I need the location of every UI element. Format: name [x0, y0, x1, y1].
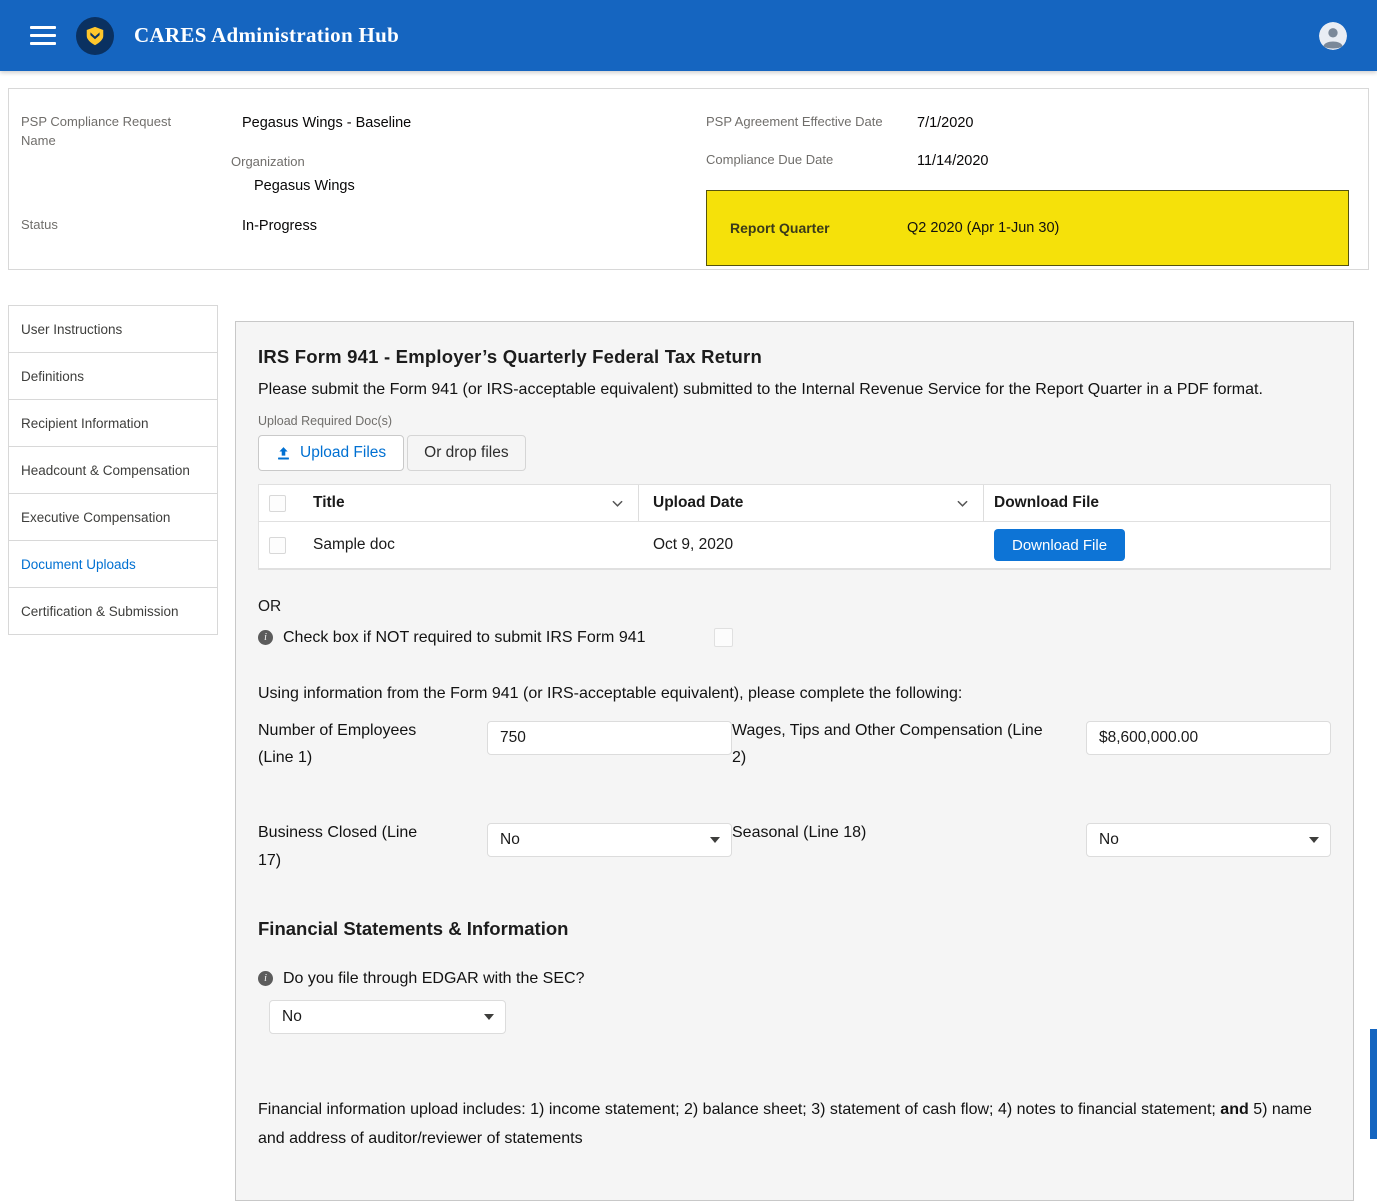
table-row: Sample doc Oct 9, 2020 Download File [259, 522, 1330, 569]
irs-section-description: Please submit the Form 941 (or IRS-accep… [258, 376, 1331, 404]
app-title: CARES Administration Hub [134, 23, 399, 48]
not-required-checkbox[interactable] [714, 628, 733, 647]
edgar-question-label: Do you file through EDGAR with the SEC? [283, 970, 584, 988]
column-header-label: Upload Date [653, 494, 743, 512]
edgar-select[interactable]: No [269, 1000, 506, 1034]
effective-date-value: 7/1/2020 [917, 113, 973, 133]
financial-upload-note: Financial information upload includes: 1… [258, 1096, 1318, 1154]
summary-left-column: PSP Compliance Request Name Pegasus Wing… [9, 89, 706, 269]
scrollbar-thumb[interactable] [1370, 1029, 1377, 1139]
column-header-title[interactable]: Title [299, 485, 639, 521]
user-avatar-icon[interactable] [1319, 22, 1347, 50]
table-header-row: Title Upload Date Download File [259, 485, 1330, 522]
select-all-checkbox[interactable] [269, 495, 286, 512]
sidebar-item-executive-compensation[interactable]: Executive Compensation [8, 493, 218, 541]
menu-hamburger-icon[interactable] [30, 26, 56, 45]
field-label: Organization [231, 153, 706, 172]
row-checkbox[interactable] [269, 537, 286, 554]
note-prefix: Financial information upload includes: 1… [258, 1101, 1220, 1118]
sidebar-item-user-instructions[interactable]: User Instructions [8, 305, 218, 353]
seasonal-label: Seasonal (Line 18) [732, 819, 1086, 846]
column-header-label: Title [313, 494, 345, 512]
complete-following-text: Using information from the Form 941 (or … [258, 685, 1331, 703]
organization-field: Organization Pegasus Wings [231, 153, 706, 196]
wages-tips-label: Wages, Tips and Other Compensation (Line… [732, 717, 1086, 771]
wages-tips-input[interactable] [1086, 721, 1331, 755]
report-quarter-highlight: Report Quarter Q2 2020 (Apr 1-Jun 30) [706, 190, 1349, 266]
not-required-label: Check box if NOT required to submit IRS … [283, 629, 646, 647]
sidebar-item-definitions[interactable]: Definitions [8, 352, 218, 400]
psp-request-name-value: Pegasus Wings - Baseline [242, 113, 411, 151]
download-file-button[interactable]: Download File [994, 529, 1125, 561]
column-header-upload-date[interactable]: Upload Date [639, 485, 984, 521]
sidebar-item-label: Headcount & Compensation [21, 463, 190, 478]
drop-files-zone[interactable]: Or drop files [407, 435, 525, 471]
sidebar-item-label: User Instructions [21, 322, 122, 337]
status-value: In-Progress [242, 216, 317, 236]
document-upload-date: Oct 9, 2020 [653, 536, 733, 554]
column-header-label: Download File [994, 494, 1099, 512]
selected-value: No [1099, 831, 1119, 849]
number-of-employees-input[interactable] [487, 721, 732, 755]
chevron-down-icon[interactable] [956, 497, 969, 510]
info-circle-icon[interactable]: i [258, 630, 273, 645]
field-label: PSP Compliance Request Name [21, 113, 242, 151]
report-quarter-label: Report Quarter [707, 220, 907, 236]
sidebar-item-label: Document Uploads [21, 557, 136, 572]
document-uploads-panel: IRS Form 941 - Employer’s Quarterly Fede… [235, 321, 1354, 1201]
sidebar-item-document-uploads[interactable]: Document Uploads [8, 540, 218, 588]
sidebar-item-recipient-information[interactable]: Recipient Information [8, 399, 218, 447]
chevron-down-icon[interactable] [611, 497, 624, 510]
seasonal-select[interactable]: No [1086, 823, 1331, 857]
compliance-summary-card: PSP Compliance Request Name Pegasus Wing… [8, 88, 1369, 270]
organization-value: Pegasus Wings [231, 176, 706, 196]
selected-value: No [500, 831, 520, 849]
sidebar-item-headcount-compensation[interactable]: Headcount & Compensation [8, 446, 218, 494]
sidebar-item-label: Recipient Information [21, 416, 149, 431]
upload-files-button[interactable]: Upload Files [258, 435, 404, 471]
caret-down-icon [710, 837, 720, 843]
summary-right-column: PSP Agreement Effective Date 7/1/2020 Co… [706, 89, 1368, 269]
field-label: PSP Agreement Effective Date [706, 113, 917, 133]
upload-arrow-icon [276, 446, 291, 461]
report-quarter-value: Q2 2020 (Apr 1-Jun 30) [907, 220, 1059, 236]
section-sidebar: User Instructions Definitions Recipient … [8, 305, 218, 635]
sidebar-item-label: Executive Compensation [21, 510, 170, 525]
financial-section-title: Financial Statements & Information [258, 918, 1331, 940]
drop-files-label: Or drop files [424, 444, 508, 462]
sidebar-item-label: Definitions [21, 369, 84, 384]
business-closed-label: Business Closed (Line 17) [258, 819, 487, 873]
caret-down-icon [484, 1014, 494, 1020]
sidebar-item-certification-submission[interactable]: Certification & Submission [8, 587, 218, 635]
form-941-fields: Number of Employees (Line 1) Wages, Tips… [258, 717, 1331, 874]
due-date-value: 11/14/2020 [917, 151, 989, 171]
or-separator-label: OR [258, 598, 1331, 616]
irs-section-title: IRS Form 941 - Employer’s Quarterly Fede… [258, 346, 1331, 368]
field-label: Compliance Due Date [706, 151, 917, 171]
upload-files-label: Upload Files [300, 444, 386, 462]
selected-value: No [282, 1008, 302, 1026]
document-title: Sample doc [313, 536, 395, 554]
column-header-download-file: Download File [984, 485, 1330, 521]
field-label: Status [21, 216, 242, 236]
shield-logo-icon [76, 17, 114, 55]
note-bold: and [1220, 1101, 1248, 1118]
business-closed-select[interactable]: No [487, 823, 732, 857]
documents-table: Title Upload Date Download File Sa [258, 484, 1331, 570]
upload-required-label: Upload Required Doc(s) [258, 414, 1331, 428]
number-of-employees-label: Number of Employees (Line 1) [258, 717, 487, 771]
caret-down-icon [1309, 837, 1319, 843]
info-circle-icon[interactable]: i [258, 971, 273, 986]
sidebar-item-label: Certification & Submission [21, 604, 179, 619]
app-header: CARES Administration Hub [0, 0, 1377, 71]
